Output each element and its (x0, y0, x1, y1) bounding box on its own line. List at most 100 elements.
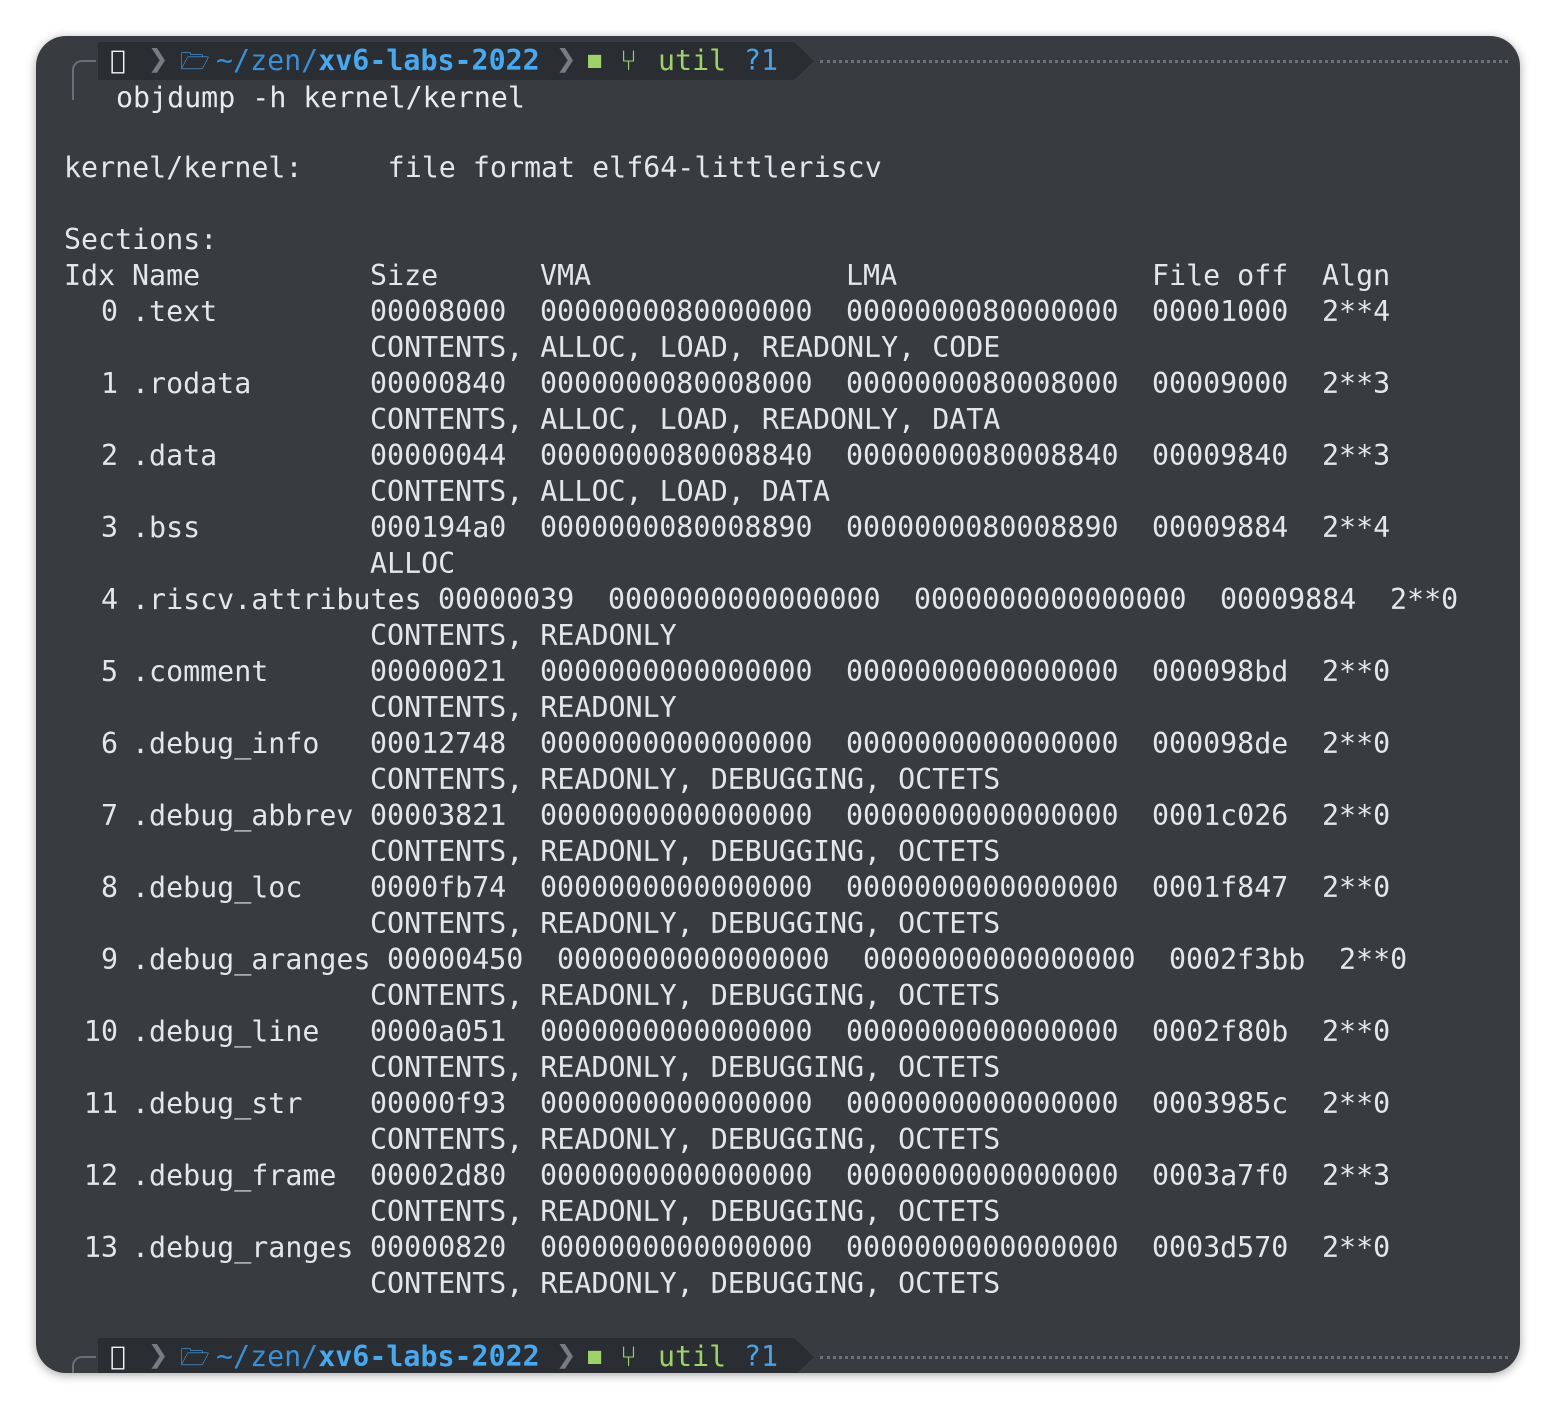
apple-icon:  (110, 1342, 126, 1372)
section-algn: 2**3 (1322, 439, 1391, 472)
section-file-off: 0003985c (1152, 1087, 1289, 1120)
section-algn: 2**0 (1322, 655, 1391, 688)
section-flags: CONTENTS, ALLOC, LOAD, DATA (370, 475, 830, 508)
section-flags: CONTENTS, ALLOC, LOAD, READONLY, DATA (370, 403, 1001, 436)
sections-label: Sections: (64, 223, 218, 256)
prompt-bar:  ❯ 🗁 ~/zen/xv6-labs-2022 ❯ ■ ⑂ util ?1 (98, 39, 1520, 80)
section-file-off: 0003a7f0 (1152, 1159, 1289, 1192)
section-lma: 0000000000000000 (846, 1231, 1119, 1264)
section-name: .debug_info (132, 727, 320, 760)
section-size: 00000f93 (370, 1087, 507, 1120)
prompt-bracket (72, 1356, 96, 1373)
chevron-right-icon: ❯ (556, 1335, 577, 1373)
section-index: 12 (83, 1159, 118, 1192)
section-flags: CONTENTS, READONLY, DEBUGGING, OCTETS (370, 763, 1001, 796)
section-vma: 0000000080008840 (540, 439, 813, 472)
section-vma: 0000000000000000 (608, 583, 881, 616)
terminal-window[interactable]:  ❯ 🗁 ~/zen/xv6-labs-2022 ❯ ■ ⑂ util ?1 … (36, 36, 1520, 1373)
path-repo: xv6-labs-2022 (318, 1340, 540, 1373)
section-lma: 0000000080000000 (846, 295, 1119, 328)
github-icon: ■ (588, 1344, 602, 1369)
section-name: .debug_str (132, 1087, 303, 1120)
git-branch-name: util (658, 1340, 727, 1373)
section-name: .data (132, 439, 218, 472)
section-vma: 0000000000000000 (540, 1231, 813, 1264)
section-algn: 2**0 (1390, 583, 1459, 616)
section-lma: 0000000080008000 (846, 367, 1119, 400)
section-vma: 0000000000000000 (540, 655, 813, 688)
path-repo: xv6-labs-2022 (318, 44, 540, 77)
section-name: .debug_loc (132, 871, 303, 904)
section-file-off: 00001000 (1152, 295, 1289, 328)
section-algn: 2**0 (1322, 1015, 1391, 1048)
section-vma: 0000000080008890 (540, 511, 813, 544)
section-lma: 0000000000000000 (863, 943, 1136, 976)
path-home: ~/ (216, 1340, 251, 1373)
git-status: ?1 (744, 1340, 779, 1373)
git-status: ?1 (744, 44, 779, 77)
section-index: 5 (100, 655, 118, 688)
section-name: .comment (132, 655, 269, 688)
section-index: 7 (100, 799, 118, 832)
column-header: Idx (64, 259, 116, 292)
section-file-off: 0002f3bb (1169, 943, 1306, 976)
section-algn: 2**4 (1322, 295, 1391, 328)
section-name: .debug_aranges (132, 943, 371, 976)
section-index: 4 (100, 583, 118, 616)
section-size: 00003821 (370, 799, 507, 832)
section-lma: 0000000080008890 (846, 511, 1119, 544)
column-header: LMA (846, 259, 898, 292)
section-name: .rodata (132, 367, 252, 400)
path-dir: zen/ (250, 1340, 319, 1373)
section-file-off: 000098de (1152, 727, 1289, 760)
section-size: 000194a0 (370, 511, 507, 544)
section-algn: 2**0 (1322, 1087, 1391, 1120)
section-name: .debug_frame (132, 1159, 337, 1192)
section-algn: 2**3 (1322, 1159, 1391, 1192)
section-size: 0000fb74 (370, 871, 507, 904)
section-index: 8 (100, 871, 118, 904)
section-name: .debug_ranges (132, 1231, 354, 1264)
section-algn: 2**0 (1339, 943, 1408, 976)
section-algn: 2**3 (1322, 367, 1391, 400)
section-size: 00000840 (370, 367, 507, 400)
github-icon: ■ (588, 48, 602, 73)
section-vma: 0000000000000000 (540, 1159, 813, 1192)
section-algn: 2**0 (1322, 871, 1391, 904)
section-flags: CONTENTS, READONLY, DEBUGGING, OCTETS (370, 907, 1001, 940)
section-file-off: 0002f80b (1152, 1015, 1289, 1048)
section-size: 00000044 (370, 439, 507, 472)
section-size: 00008000 (370, 295, 507, 328)
command-line: objdump -h kernel/kernel (116, 81, 525, 114)
section-vma: 0000000000000000 (540, 871, 813, 904)
section-index: 3 (100, 511, 118, 544)
section-flags: CONTENTS, READONLY, DEBUGGING, OCTETS (370, 1051, 1001, 1084)
chevron-right-icon: ❯ (148, 39, 169, 79)
section-algn: 2**0 (1322, 799, 1391, 832)
section-file-off: 000098bd (1152, 655, 1289, 688)
section-size: 00000039 (438, 583, 575, 616)
section-vma: 0000000000000000 (540, 799, 813, 832)
section-flags: CONTENTS, ALLOC, LOAD, READONLY, CODE (370, 331, 1001, 364)
prompt-bar:  ❯ 🗁 ~/zen/xv6-labs-2022 ❯ ■ ⑂ util ?1 (98, 1335, 1520, 1373)
section-index: 10 (83, 1015, 118, 1048)
section-lma: 0000000000000000 (846, 727, 1119, 760)
section-size: 00000820 (370, 1231, 507, 1264)
section-file-off: 00009884 (1220, 583, 1357, 616)
section-lma: 0000000000000000 (846, 1015, 1119, 1048)
section-index: 11 (83, 1087, 118, 1120)
folder-icon: 🗁 (180, 1343, 210, 1371)
section-index: 0 (100, 295, 118, 328)
prompt-path: ~/zen/xv6-labs-2022 (216, 1338, 540, 1373)
prompt-fill-dots (820, 1356, 1508, 1359)
section-flags: CONTENTS, READONLY, DEBUGGING, OCTETS (370, 1123, 1001, 1156)
section-size: 00000450 (387, 943, 524, 976)
section-name: .bss (132, 511, 201, 544)
prompt-path: ~/zen/xv6-labs-2022 (216, 42, 540, 80)
section-lma: 0000000000000000 (914, 583, 1187, 616)
chevron-right-icon: ❯ (148, 1335, 169, 1373)
section-lma: 0000000000000000 (846, 799, 1119, 832)
section-size: 0000a051 (370, 1015, 507, 1048)
section-flags: ALLOC (370, 547, 456, 580)
section-file-off: 00009000 (1152, 367, 1289, 400)
